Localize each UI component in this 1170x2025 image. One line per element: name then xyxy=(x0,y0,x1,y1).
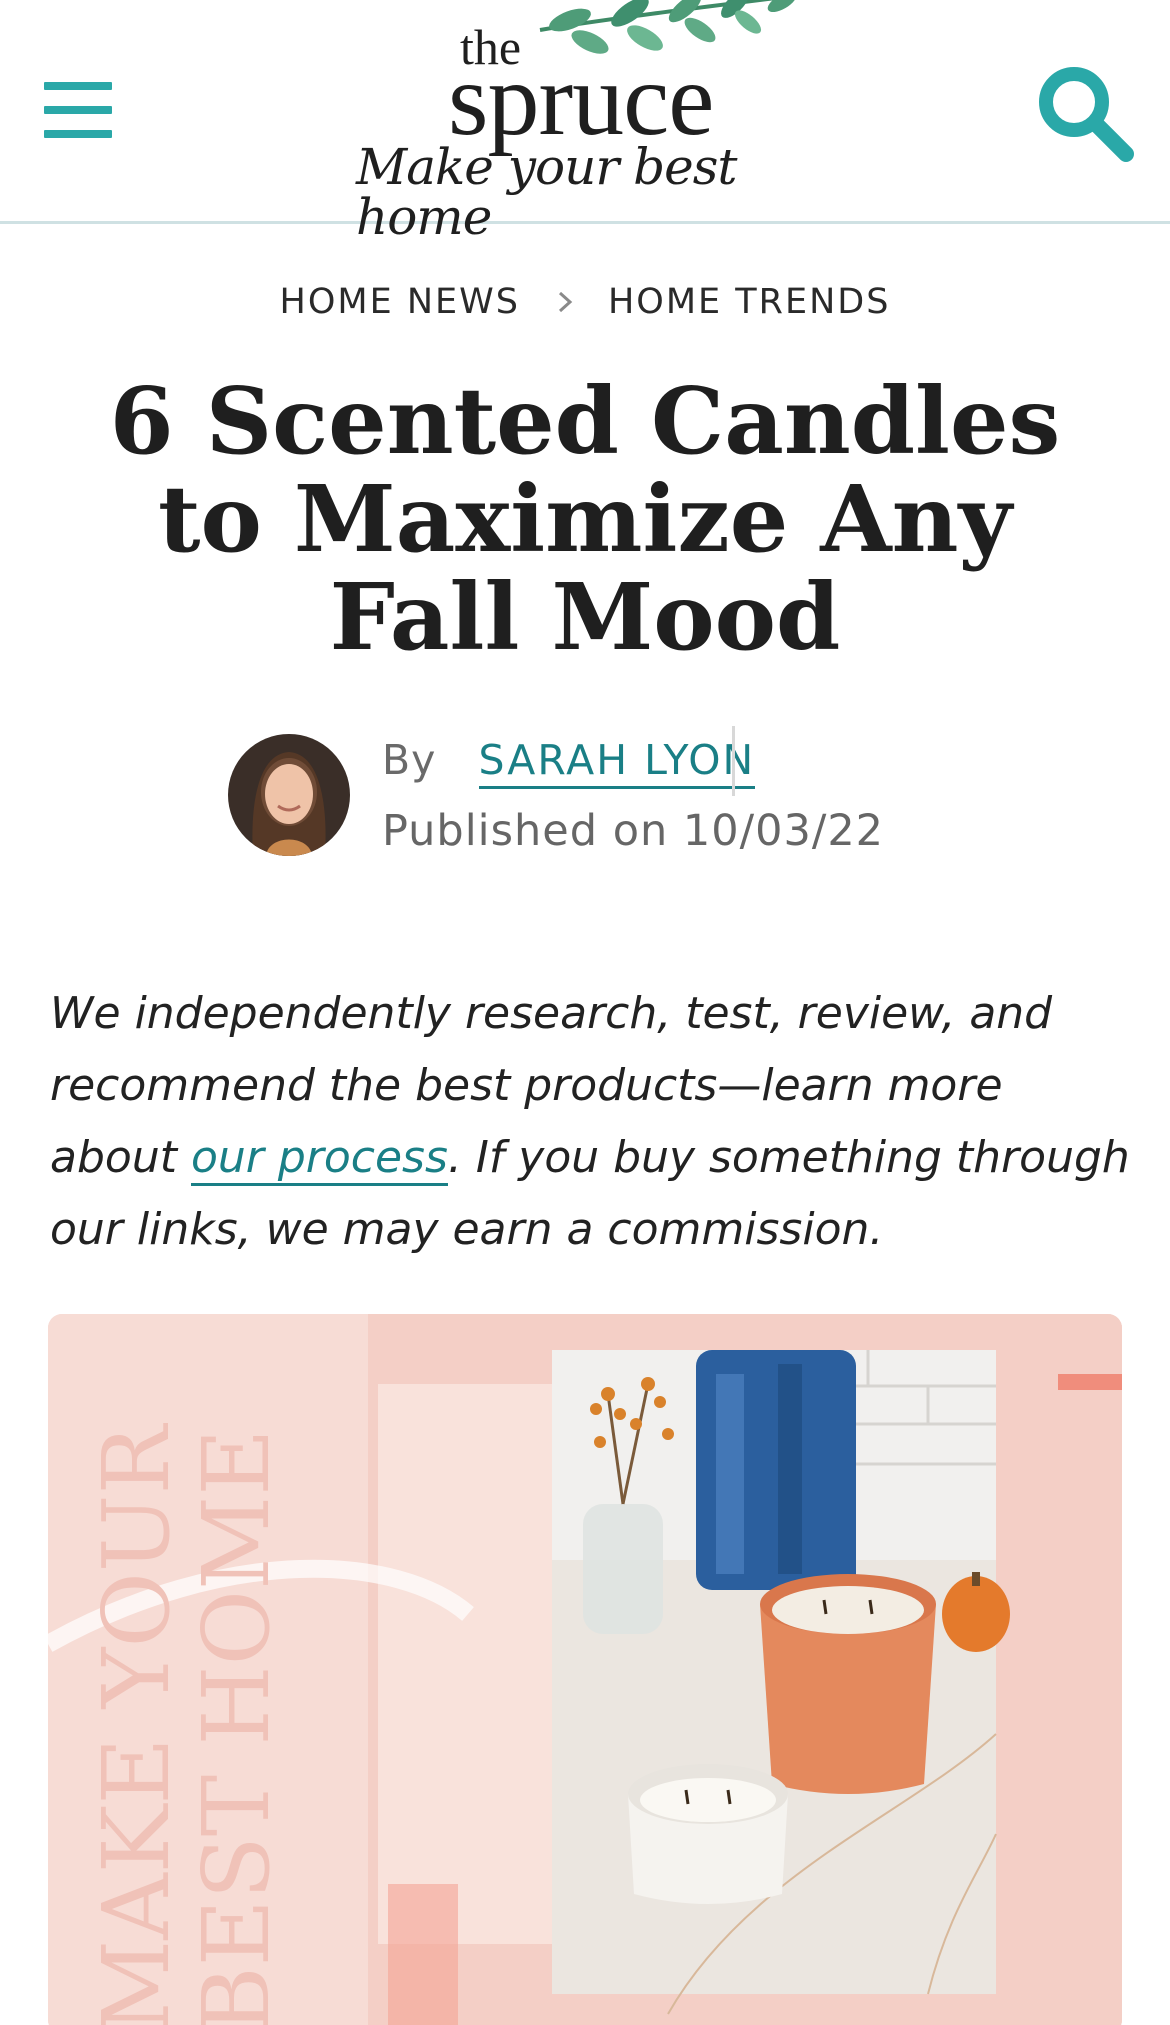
watermark-line-1: MAKE YOUR xyxy=(83,1423,190,2025)
watermark-text: MAKE YOUR BEST HOME xyxy=(83,1423,290,2025)
search-icon[interactable] xyxy=(1036,64,1136,164)
affiliate-disclosure: We independently research, test, review,… xyxy=(50,978,1130,1266)
logo-tagline: Make your best home xyxy=(356,138,737,246)
site-logo[interactable]: the spruce Make your best home xyxy=(350,0,830,242)
breadcrumb: HOME NEWS HOME TRENDS xyxy=(0,282,1170,322)
by-prefix: By xyxy=(382,736,437,784)
menu-line xyxy=(44,82,112,90)
watermark-line-2: BEST HOME xyxy=(183,1429,290,2025)
menu-line xyxy=(44,106,112,114)
our-process-link[interactable]: our process xyxy=(190,1132,448,1186)
chevron-right-icon xyxy=(556,285,576,319)
article-title: 6 Scented Candles to Maximize Any Fall M… xyxy=(109,367,1061,671)
published-date: Published on 10/03/22 xyxy=(382,806,885,856)
menu-line xyxy=(44,130,112,138)
logo-spruce-text: spruce xyxy=(448,42,714,157)
author-link[interactable]: SARAH LYON xyxy=(478,736,756,789)
hero-image: MAKE YOUR BEST HOME xyxy=(48,1314,1122,2025)
byline: By SARAH LYON Published on 10/03/22 xyxy=(228,726,948,864)
by-row: By SARAH LYON xyxy=(382,736,756,789)
author-avatar[interactable] xyxy=(228,734,350,856)
hamburger-menu-icon[interactable] xyxy=(40,80,116,142)
byline-divider xyxy=(732,726,735,796)
breadcrumb-home-trends[interactable]: HOME TRENDS xyxy=(608,282,890,322)
breadcrumb-home-news[interactable]: HOME NEWS xyxy=(280,282,520,322)
site-header: the spruce Make your best home xyxy=(0,0,1170,242)
